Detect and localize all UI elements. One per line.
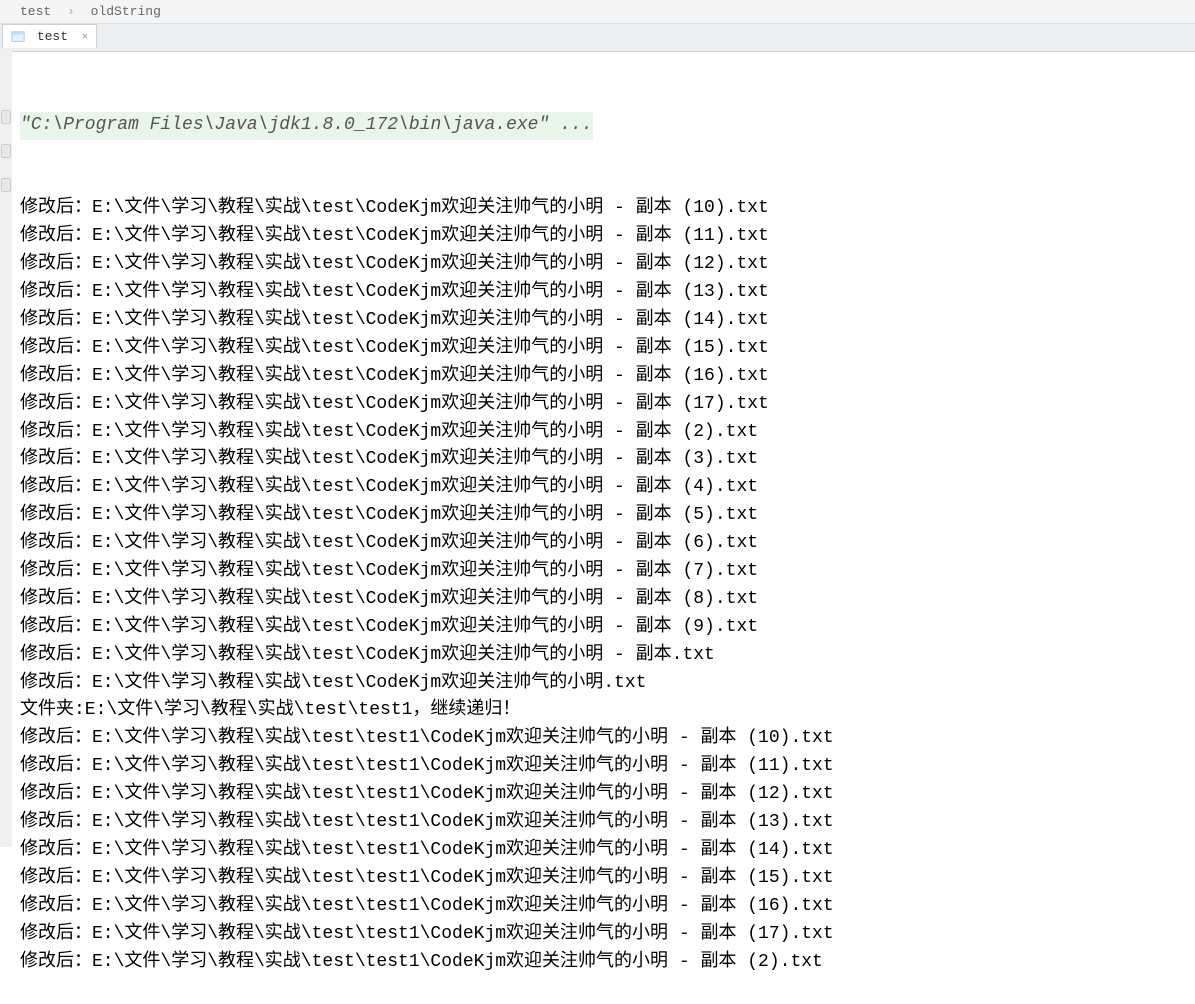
console-line: 修改后：E:\文件\学习\教程\实战\test\test1\CodeKjm欢迎关… (20, 781, 1195, 809)
close-icon[interactable]: × (82, 32, 89, 44)
console-line: 修改后：E:\文件\学习\教程\实战\test\CodeKjm欢迎关注帅气的小明… (20, 251, 1195, 279)
console-line: 修改后：E:\文件\学习\教程\实战\test\CodeKjm欢迎关注帅气的小明… (20, 223, 1195, 251)
chevron-right-icon: › (67, 4, 75, 19)
breadcrumb-item-test[interactable]: test (20, 4, 51, 19)
console-line: 修改后：E:\文件\学习\教程\实战\test\CodeKjm欢迎关注帅气的小明… (20, 419, 1195, 447)
console-gutter (0, 50, 12, 847)
breadcrumb-item-oldstring[interactable]: oldString (91, 4, 161, 19)
console-line: 修改后：E:\文件\学习\教程\实战\test\test1\CodeKjm欢迎关… (20, 893, 1195, 921)
console-line: 修改后：E:\文件\学习\教程\实战\test\test1\CodeKjm欢迎关… (20, 753, 1195, 781)
gutter-marker[interactable] (1, 144, 11, 158)
console-line: 修改后：E:\文件\学习\教程\实战\test\CodeKjm欢迎关注帅气的小明… (20, 474, 1195, 502)
gutter-marker[interactable] (1, 178, 11, 192)
console-line: 修改后：E:\文件\学习\教程\实战\test\test1\CodeKjm欢迎关… (20, 809, 1195, 837)
console-line: 修改后：E:\文件\学习\教程\实战\test\CodeKjm欢迎关注帅气的小明… (20, 642, 1195, 670)
console-line: 修改后：E:\文件\学习\教程\实战\test\test1\CodeKjm欢迎关… (20, 865, 1195, 893)
console-line: 修改后：E:\文件\学习\教程\实战\test\test1\CodeKjm欢迎关… (20, 837, 1195, 865)
console-line: 修改后：E:\文件\学习\教程\实战\test\CodeKjm欢迎关注帅气的小明… (20, 391, 1195, 419)
tab-test[interactable]: test × (2, 24, 97, 48)
console-line: 修改后：E:\文件\学习\教程\实战\test\CodeKjm欢迎关注帅气的小明… (20, 614, 1195, 642)
console-line: 修改后：E:\文件\学习\教程\实战\test\test1\CodeKjm欢迎关… (20, 949, 1195, 977)
console-output[interactable]: "C:\Program Files\Java\jdk1.8.0_172\bin\… (0, 52, 1195, 1004)
console-line: 修改后：E:\文件\学习\教程\实战\test\CodeKjm欢迎关注帅气的小明… (20, 279, 1195, 307)
console-line: 修改后：E:\文件\学习\教程\实战\test\CodeKjm欢迎关注帅气的小明… (20, 586, 1195, 614)
command-text: "C:\Program Files\Java\jdk1.8.0_172\bin\… (20, 112, 593, 140)
console-line: 文件夹:E:\文件\学习\教程\实战\test\test1，继续递归！ (20, 697, 1195, 725)
console-line: 修改后：E:\文件\学习\教程\实战\test\CodeKjm欢迎关注帅气的小明… (20, 558, 1195, 586)
console-line: 修改后：E:\文件\学习\教程\实战\test\CodeKjm欢迎关注帅气的小明… (20, 335, 1195, 363)
console-line: 修改后：E:\文件\学习\教程\实战\test\test1\CodeKjm欢迎关… (20, 921, 1195, 949)
console-line: 修改后：E:\文件\学习\教程\实战\test\CodeKjm欢迎关注帅气的小明… (20, 363, 1195, 391)
console-line: 修改后：E:\文件\学习\教程\实战\test\CodeKjm欢迎关注帅气的小明… (20, 446, 1195, 474)
console-line: 修改后：E:\文件\学习\教程\实战\test\CodeKjm欢迎关注帅气的小明… (20, 195, 1195, 223)
console-line: 修改后：E:\文件\学习\教程\实战\test\test1\CodeKjm欢迎关… (20, 725, 1195, 753)
console-line: 修改后：E:\文件\学习\教程\实战\test\CodeKjm欢迎关注帅气的小明… (20, 530, 1195, 558)
gutter-marker[interactable] (1, 110, 11, 124)
console-line: 修改后：E:\文件\学习\教程\实战\test\CodeKjm欢迎关注帅气的小明… (20, 307, 1195, 335)
console-line: 修改后：E:\文件\学习\教程\实战\test\CodeKjm欢迎关注帅气的小明… (20, 670, 1195, 698)
console-command-line: "C:\Program Files\Java\jdk1.8.0_172\bin\… (20, 112, 1195, 140)
tab-bar: test × (0, 24, 1195, 52)
console-line: 修改后：E:\文件\学习\教程\实战\test\CodeKjm欢迎关注帅气的小明… (20, 502, 1195, 530)
breadcrumb: test › oldString (0, 0, 1195, 24)
run-config-icon (11, 30, 25, 44)
tab-label: test (37, 29, 68, 44)
